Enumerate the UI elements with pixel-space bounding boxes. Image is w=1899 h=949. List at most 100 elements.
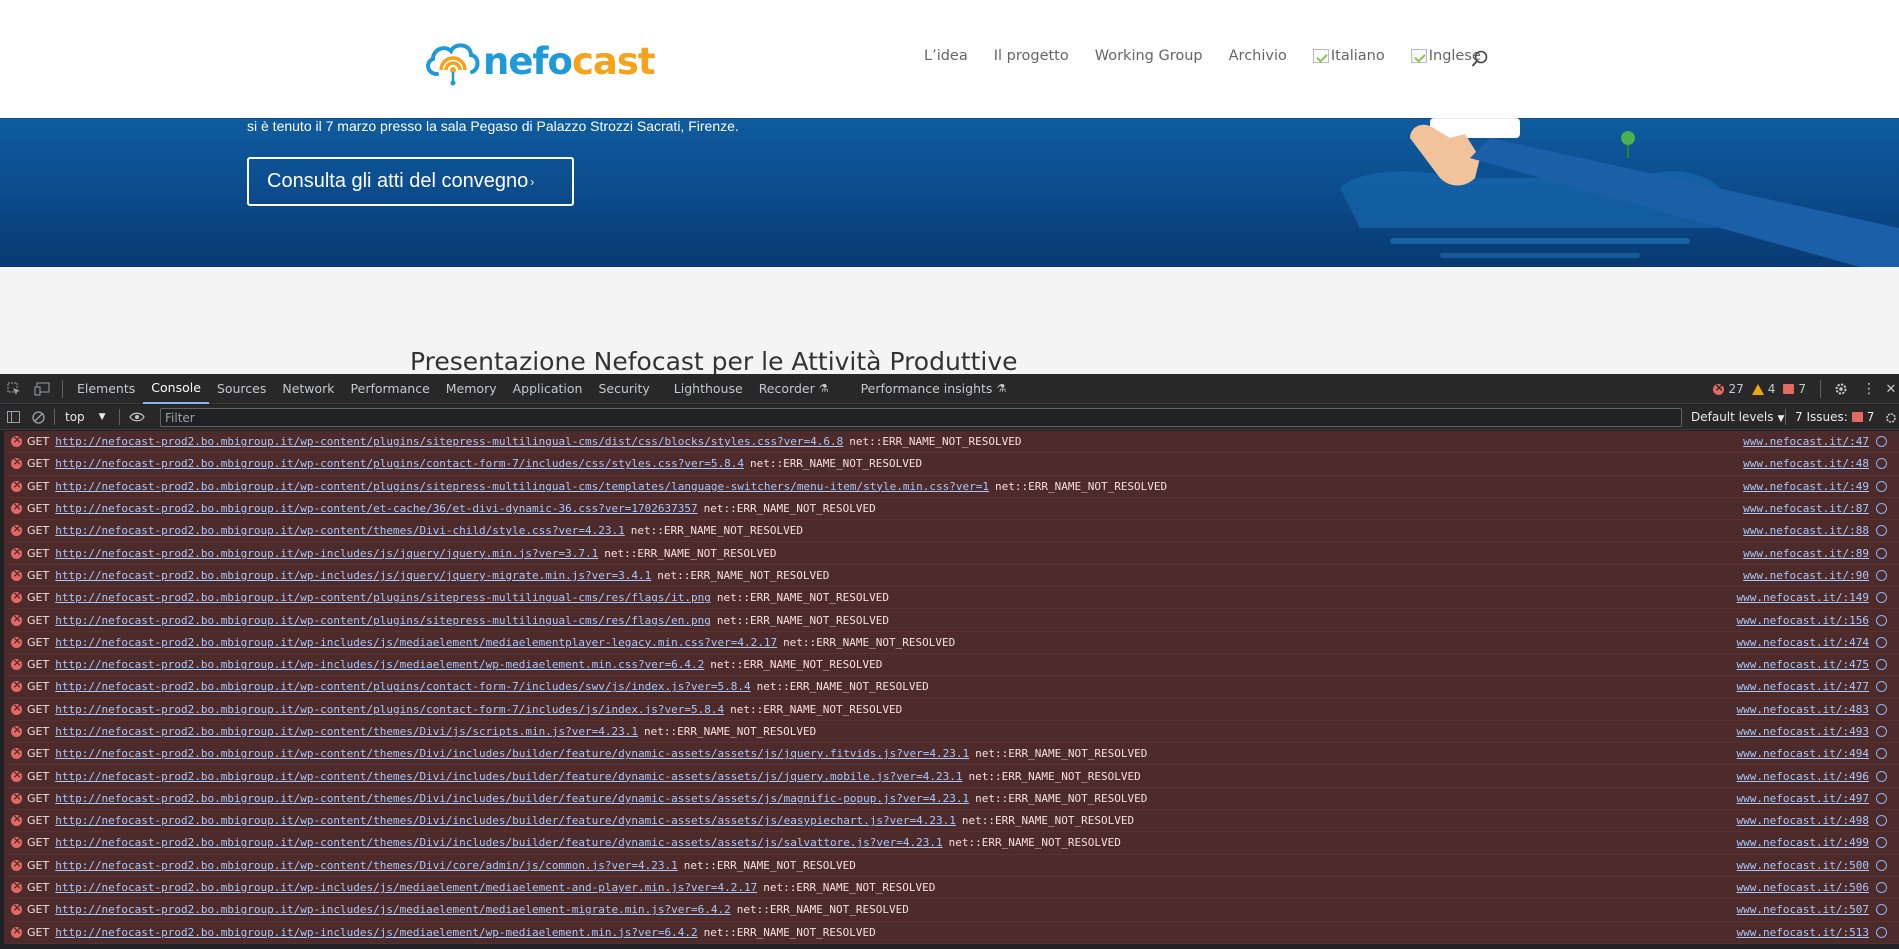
request-url-link[interactable]: http://nefocast-prod2.bo.mbigroup.it/wp-… [55, 680, 750, 693]
request-url-link[interactable]: http://nefocast-prod2.bo.mbigroup.it/wp-… [55, 480, 989, 493]
nav-item-working-group[interactable]: Working Group [1095, 48, 1203, 64]
search-icon[interactable] [1471, 50, 1489, 68]
request-url-link[interactable]: http://nefocast-prod2.bo.mbigroup.it/wp-… [55, 614, 711, 627]
context-select[interactable]: top ▼ [65, 410, 119, 424]
settings-gear-icon[interactable] [1827, 374, 1855, 404]
tab-performance[interactable]: Performance [343, 374, 438, 404]
network-request-icon[interactable] [1876, 837, 1887, 849]
request-url-link[interactable]: http://nefocast-prod2.bo.mbigroup.it/wp-… [55, 881, 757, 894]
network-request-icon[interactable] [1876, 703, 1887, 715]
source-link[interactable]: www.nefocast.it/:500 [1737, 859, 1869, 872]
issues-button[interactable]: 7 Issues: 7 [1795, 410, 1874, 424]
nav-item-italiano[interactable]: Italiano [1312, 48, 1385, 64]
request-url-link[interactable]: http://nefocast-prod2.bo.mbigroup.it/wp-… [55, 792, 969, 805]
network-request-icon[interactable] [1876, 436, 1887, 448]
network-request-icon[interactable] [1876, 792, 1887, 804]
network-request-icon[interactable] [1876, 748, 1887, 760]
tab-security[interactable]: Security [590, 374, 657, 404]
network-request-icon[interactable] [1876, 926, 1887, 938]
tab-lighthouse[interactable]: Lighthouse [666, 374, 751, 404]
warning-count[interactable]: 4 [1751, 382, 1775, 396]
error-count[interactable]: 27 [1713, 381, 1744, 396]
request-url-link[interactable]: http://nefocast-prod2.bo.mbigroup.it/wp-… [55, 636, 777, 649]
network-request-icon[interactable] [1876, 770, 1887, 782]
network-request-icon[interactable] [1876, 525, 1887, 537]
source-link[interactable]: www.nefocast.it/:497 [1737, 792, 1869, 805]
source-link[interactable]: www.nefocast.it/:477 [1737, 680, 1869, 693]
network-request-icon[interactable] [1876, 726, 1887, 737]
tab-elements[interactable]: Elements [69, 374, 143, 404]
source-link[interactable]: www.nefocast.it/:513 [1737, 926, 1869, 939]
request-url-link[interactable]: http://nefocast-prod2.bo.mbigroup.it/wp-… [55, 502, 697, 515]
device-toolbar-icon[interactable] [28, 374, 56, 404]
source-link[interactable]: www.nefocast.it/:149 [1737, 591, 1869, 604]
request-url-link[interactable]: http://nefocast-prod2.bo.mbigroup.it/wp-… [55, 457, 744, 470]
request-url-link[interactable]: http://nefocast-prod2.bo.mbigroup.it/wp-… [55, 547, 598, 560]
site-logo[interactable]: nefocast [423, 36, 656, 86]
network-request-icon[interactable] [1876, 592, 1887, 604]
source-link[interactable]: www.nefocast.it/:483 [1737, 703, 1869, 716]
request-url-link[interactable]: http://nefocast-prod2.bo.mbigroup.it/wp-… [55, 435, 843, 448]
request-url-link[interactable]: http://nefocast-prod2.bo.mbigroup.it/wp-… [55, 859, 678, 872]
tab-network[interactable]: Network [274, 374, 342, 404]
source-link[interactable]: www.nefocast.it/:506 [1737, 881, 1869, 894]
network-request-icon[interactable] [1876, 547, 1887, 559]
network-request-icon[interactable] [1876, 458, 1887, 470]
request-url-link[interactable]: http://nefocast-prod2.bo.mbigroup.it/wp-… [55, 903, 731, 916]
source-link[interactable]: www.nefocast.it/:48 [1743, 457, 1869, 470]
nav-item-idea[interactable]: L’idea [924, 48, 968, 64]
console-filter-input[interactable] [160, 408, 1682, 427]
source-link[interactable]: www.nefocast.it/:87 [1743, 502, 1869, 515]
source-link[interactable]: www.nefocast.it/:493 [1737, 725, 1869, 738]
log-levels-dropdown[interactable]: Default levels ▼ [1691, 410, 1784, 424]
request-url-link[interactable]: http://nefocast-prod2.bo.mbigroup.it/wp-… [55, 524, 625, 537]
tab-console[interactable]: Console [143, 374, 209, 404]
source-link[interactable]: www.nefocast.it/:49 [1743, 480, 1869, 493]
network-request-icon[interactable] [1876, 859, 1887, 871]
nav-item-archivio[interactable]: Archivio [1229, 48, 1287, 64]
request-url-link[interactable]: http://nefocast-prod2.bo.mbigroup.it/wp-… [55, 770, 962, 783]
clear-console-icon[interactable] [26, 405, 50, 430]
network-request-icon[interactable] [1876, 815, 1887, 827]
sidebar-toggle-icon[interactable] [0, 405, 26, 430]
source-link[interactable]: www.nefocast.it/:498 [1737, 814, 1869, 827]
nav-item-progetto[interactable]: Il progetto [994, 48, 1069, 64]
network-request-icon[interactable] [1876, 882, 1887, 894]
source-link[interactable]: www.nefocast.it/:507 [1737, 903, 1869, 916]
source-link[interactable]: www.nefocast.it/:494 [1737, 747, 1869, 760]
network-request-icon[interactable] [1876, 904, 1887, 916]
network-request-icon[interactable] [1876, 569, 1887, 581]
inspect-element-icon[interactable] [0, 374, 28, 404]
request-url-link[interactable]: http://nefocast-prod2.bo.mbigroup.it/wp-… [55, 569, 651, 582]
tab-memory[interactable]: Memory [438, 374, 505, 404]
request-url-link[interactable]: http://nefocast-prod2.bo.mbigroup.it/wp-… [55, 703, 724, 716]
request-url-link[interactable]: http://nefocast-prod2.bo.mbigroup.it/wp-… [55, 814, 956, 827]
request-url-link[interactable]: http://nefocast-prod2.bo.mbigroup.it/wp-… [55, 591, 711, 604]
network-request-icon[interactable] [1876, 614, 1887, 626]
source-link[interactable]: www.nefocast.it/:90 [1743, 569, 1869, 582]
network-request-icon[interactable] [1876, 659, 1887, 671]
network-request-icon[interactable] [1876, 636, 1887, 648]
close-devtools-icon[interactable]: ✕ [1883, 374, 1899, 404]
request-url-link[interactable]: http://nefocast-prod2.bo.mbigroup.it/wp-… [55, 725, 638, 738]
network-request-icon[interactable] [1876, 480, 1887, 492]
network-request-icon[interactable] [1876, 503, 1887, 515]
tab-sources[interactable]: Sources [209, 374, 274, 404]
console-settings-icon[interactable] [1883, 405, 1899, 430]
source-link[interactable]: www.nefocast.it/:474 [1737, 636, 1869, 649]
tab-application[interactable]: Application [505, 374, 591, 404]
request-url-link[interactable]: http://nefocast-prod2.bo.mbigroup.it/wp-… [55, 747, 969, 760]
request-url-link[interactable]: http://nefocast-prod2.bo.mbigroup.it/wp-… [55, 836, 942, 849]
tab-performance-insights[interactable]: Performance insights ⚗ [853, 374, 1015, 404]
request-url-link[interactable]: http://nefocast-prod2.bo.mbigroup.it/wp-… [55, 658, 704, 671]
network-request-icon[interactable] [1876, 681, 1887, 693]
more-options-icon[interactable]: ⋮ [1855, 374, 1883, 404]
request-url-link[interactable]: http://nefocast-prod2.bo.mbigroup.it/wp-… [55, 926, 697, 939]
source-link[interactable]: www.nefocast.it/:156 [1737, 614, 1869, 627]
source-link[interactable]: www.nefocast.it/:499 [1737, 836, 1869, 849]
source-link[interactable]: www.nefocast.it/:88 [1743, 524, 1869, 537]
source-link[interactable]: www.nefocast.it/:89 [1743, 547, 1869, 560]
live-expression-eye-icon[interactable] [126, 405, 148, 430]
tab-recorder[interactable]: Recorder ⚗ [751, 374, 837, 404]
message-count[interactable]: 7 [1783, 382, 1806, 396]
